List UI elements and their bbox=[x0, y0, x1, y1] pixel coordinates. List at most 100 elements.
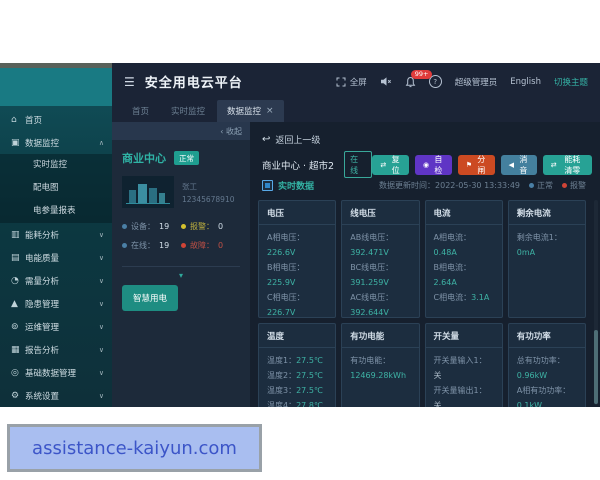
tab-active[interactable]: 数据监控 × bbox=[217, 100, 284, 122]
card-row: 开关量输出1： 关 bbox=[434, 383, 494, 407]
sidebar-subitem[interactable]: 实时监控 bbox=[0, 154, 112, 177]
theme-switch[interactable]: 切换主题 bbox=[554, 76, 588, 88]
card-title: 有功电能 bbox=[342, 324, 419, 348]
card-row-label: C相电流： bbox=[433, 293, 472, 302]
sidebar-item[interactable]: ▲ 隐患管理 ∨ bbox=[0, 292, 112, 315]
sidebar-subitem[interactable]: 电参量报表 bbox=[0, 200, 112, 223]
hazard-warning-icon: ▲ bbox=[11, 298, 18, 309]
sidebar-submenu: 实时监控 配电图 电参量报表 bbox=[0, 154, 112, 223]
status-badge: 正常 bbox=[174, 151, 199, 165]
tab-item[interactable]: 首页 bbox=[122, 100, 159, 122]
sidebar-item[interactable]: ◎ 基础数据管理 ∨ bbox=[0, 361, 112, 384]
site-panel: ‹ 收起 商业中心 正常 张工 12345678910 设备： 19 报警： 0… bbox=[112, 122, 250, 407]
card-row-value: 392.644V bbox=[350, 308, 389, 317]
chevron-icon: ∧ bbox=[98, 138, 104, 147]
user-name[interactable]: 超级管理员 bbox=[455, 76, 498, 88]
fullscreen-button[interactable]: 全屏 bbox=[336, 76, 367, 88]
card-title: 线电压 bbox=[342, 201, 419, 225]
watermark-box: assistance-kaiyun.com bbox=[7, 424, 262, 472]
sidebar-item[interactable]: ◔ 需量分析 ∨ bbox=[0, 269, 112, 292]
stat-item: 设备： 19 bbox=[122, 221, 181, 232]
card-row-label: 有功电能： bbox=[350, 356, 391, 365]
card-title: 电压 bbox=[259, 201, 336, 225]
site-name: 商业中心 bbox=[122, 152, 166, 165]
back-button[interactable]: ↩ 返回上一级 bbox=[262, 133, 320, 146]
sidebar-item-label: 报告分析 bbox=[25, 345, 60, 356]
card-row: BC线电压： 391.259V bbox=[350, 260, 410, 290]
language-switch[interactable]: English bbox=[510, 77, 541, 87]
scrollbar-thumb[interactable] bbox=[594, 330, 598, 404]
tab-item[interactable]: 实时监控 bbox=[161, 100, 215, 122]
tab-label: 数据监控 bbox=[227, 107, 262, 117]
chevron-icon: ∨ bbox=[98, 322, 104, 331]
stat-dot bbox=[181, 224, 186, 229]
action-button-label: 自检 bbox=[434, 154, 443, 175]
status-legend: 正常 报警 bbox=[529, 180, 586, 191]
sidebar-item[interactable]: ⊚ 运维管理 ∨ bbox=[0, 315, 112, 338]
watermark-text: assistance-kaiyun.com bbox=[32, 437, 237, 459]
collapse-bar[interactable]: ‹ 收起 bbox=[112, 122, 250, 140]
card-row: 有功电能： 12469.28kWh bbox=[350, 353, 410, 383]
stat-label: 设备： bbox=[131, 222, 155, 231]
notification-bell-icon[interactable]: 99+ bbox=[405, 69, 433, 88]
自检-button[interactable]: ◉ 自检 bbox=[414, 154, 452, 175]
card-row-label: C相电压： bbox=[267, 293, 305, 302]
home-icon: ⌂ bbox=[11, 114, 17, 125]
card-row-value: 3.1A bbox=[471, 293, 490, 302]
power-quality-icon: ▤ bbox=[11, 252, 20, 263]
tab-label: 首页 bbox=[132, 107, 150, 117]
chevron-down-icon[interactable]: ▾ bbox=[112, 271, 250, 280]
分闸-button[interactable]: ⚑ 分闸 bbox=[457, 154, 495, 175]
online-badge: 在 线 bbox=[344, 151, 373, 178]
card-body: 剩余电流1： 0mA bbox=[509, 225, 585, 265]
card-title: 电流 bbox=[425, 201, 502, 225]
card-row: 剩余电流1： 0mA bbox=[517, 230, 577, 260]
sidebar-item[interactable]: ▣ 数据监控 ∧ bbox=[0, 131, 112, 154]
stat-dot bbox=[122, 243, 127, 248]
back-arrow-icon: ↩ bbox=[262, 134, 271, 145]
card-row-label: A相电压： bbox=[267, 233, 305, 242]
hamburger-menu-icon[interactable]: ☰ bbox=[124, 75, 135, 89]
smart-power-device-button[interactable]: 智慧用电 bbox=[122, 285, 178, 311]
action-button-label: 分闸 bbox=[477, 154, 486, 175]
tab-label: 实时监控 bbox=[171, 107, 206, 117]
card-row: A相有功功率： 0.1kW bbox=[517, 383, 577, 407]
data-card: 剩余电流 剩余电流1： 0mA bbox=[507, 200, 586, 318]
stat-item: 在线： 19 bbox=[122, 240, 181, 251]
update-time: 2022-05-30 13:33:49 bbox=[435, 181, 520, 190]
card-row-label: 温度3： bbox=[267, 386, 297, 395]
sidebar-item-label: 隐患管理 bbox=[25, 299, 60, 310]
sidebar-subitem[interactable]: 配电图 bbox=[0, 177, 112, 200]
chevron-icon: ∨ bbox=[98, 368, 104, 377]
update-time-label: 数据更新时间： bbox=[379, 181, 436, 190]
sidebar-item[interactable]: ▤ 电能质量 ∨ bbox=[0, 246, 112, 269]
sidebar-item[interactable]: ⌂ 首页 bbox=[0, 108, 112, 131]
card-row-label: 开关量输出1： bbox=[433, 386, 487, 395]
demand-analysis-icon: ◔ bbox=[11, 275, 19, 286]
tab-close-icon[interactable]: × bbox=[266, 106, 274, 116]
能耗清零-button[interactable]: ⇄ 能耗清零 bbox=[542, 154, 592, 175]
building-image bbox=[122, 176, 174, 208]
card-row: B相电压： 225.9V bbox=[267, 260, 327, 290]
card-row-value: 391.259V bbox=[350, 278, 389, 287]
消音-button[interactable]: ◀ 消音 bbox=[500, 154, 537, 175]
card-row-value: 12469.28kWh bbox=[350, 371, 407, 380]
card-row-value: 226.6V bbox=[267, 248, 296, 257]
复位-button[interactable]: ⇄ 复位 bbox=[372, 154, 409, 175]
data-card: 有功电能有功电能： 12469.28kWh bbox=[341, 323, 420, 407]
divider bbox=[122, 266, 240, 267]
sidebar-item[interactable]: ▥ 能耗分析 ∨ bbox=[0, 223, 112, 246]
mute-speaker-icon[interactable] bbox=[380, 76, 392, 87]
card-body: 温度1：27.5℃ 温度2：27.5℃ 温度3：27.5℃ 温度4：27.8℃ bbox=[259, 348, 335, 407]
sidebar-item[interactable]: ▦ 报告分析 ∨ bbox=[0, 338, 112, 361]
card-body: 总有功功率：0.96kWA相有功功率：0.1kWB相有功功率： bbox=[509, 348, 585, 407]
stat-value: 19 bbox=[159, 222, 170, 231]
sidebar-item[interactable]: ⚙ 系统设置 ∨ bbox=[0, 384, 112, 407]
card-row-value: 392.471V bbox=[350, 248, 389, 257]
card-row-label: B相电流： bbox=[433, 263, 472, 272]
device-action-buttons: ⇄ 复位 ◉ 自检 ⚑ 分闸 ◀ 消音 ⇄ 能耗清零 bbox=[372, 154, 592, 175]
card-row-label: 开关量输入1： bbox=[433, 356, 487, 365]
card-row: 温度1：27.5℃ bbox=[267, 353, 327, 368]
stat-dot bbox=[122, 224, 127, 229]
card-row: AB线电压： 392.471V bbox=[350, 230, 410, 260]
